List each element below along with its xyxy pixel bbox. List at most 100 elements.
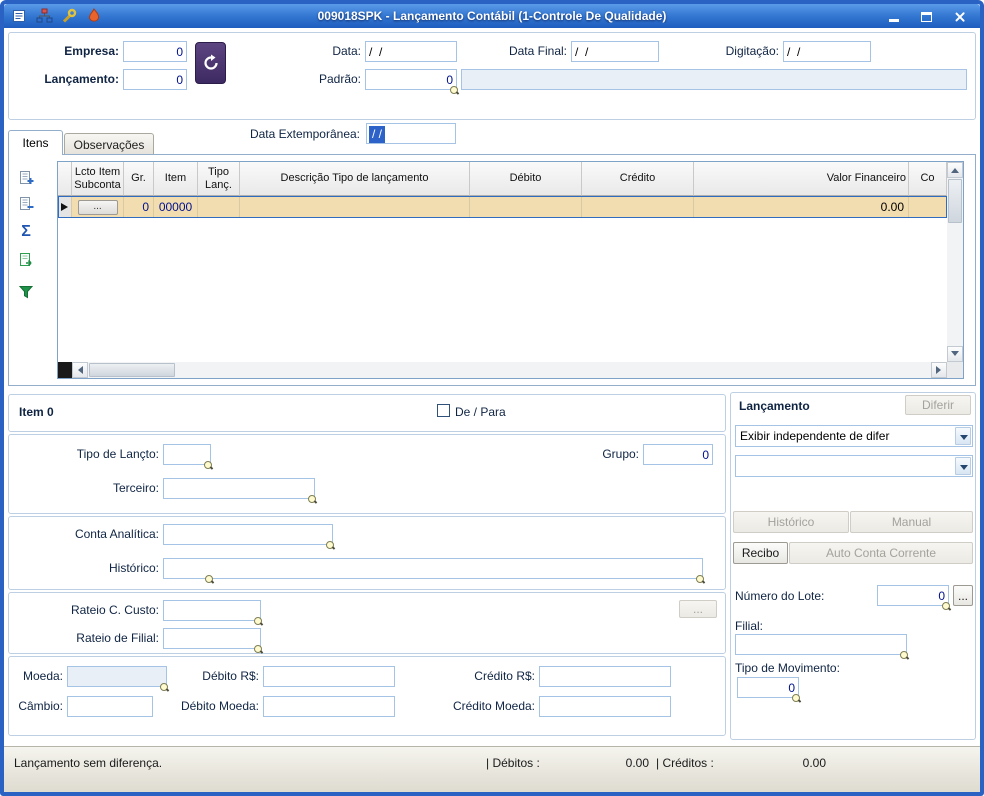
cell-item[interactable]: 00000 (154, 196, 198, 218)
padrao-input[interactable] (365, 69, 457, 90)
moeda-lookup-icon[interactable] (160, 683, 170, 693)
credito-moeda-label: Crédito Moeda: (452, 699, 535, 713)
sum-icon: Σ (21, 223, 31, 240)
cell-co[interactable] (909, 196, 947, 218)
col-header-lcto-item-subconta[interactable]: Lcto Item Subconta (72, 162, 124, 196)
col-header-gr[interactable]: Gr. (124, 162, 154, 196)
tab-itens[interactable]: Itens (8, 130, 63, 155)
debito-moeda-input[interactable] (263, 696, 395, 717)
numero-lote-input[interactable] (877, 585, 949, 606)
rateio-filial-lookup-icon[interactable] (254, 645, 264, 655)
tipo-terceiro-box: Tipo de Lançto: Grupo: Terceiro: (8, 434, 726, 514)
debito-rs-input[interactable] (263, 666, 395, 687)
scroll-up-button[interactable] (947, 162, 963, 178)
filter-button[interactable] (15, 281, 37, 303)
vertical-scroll-thumb[interactable] (948, 179, 962, 223)
scroll-left-button[interactable] (72, 362, 88, 378)
add-item-button[interactable] (15, 167, 37, 189)
rateio-custo-input[interactable] (163, 600, 261, 621)
exibir-combo[interactable]: Exibir independente de difer (735, 425, 973, 447)
grid-header-row: Lcto Item Subconta Gr. Item Tipo Lanç. D… (58, 162, 947, 196)
grupo-input[interactable] (643, 444, 713, 465)
lancamento-input[interactable] (123, 69, 187, 90)
chevron-down-icon[interactable] (955, 427, 971, 445)
tree-view-icon[interactable] (35, 7, 53, 25)
titlebar[interactable]: 009018SPK - Lançamento Contábil (1-Contr… (4, 4, 980, 28)
empresa-input[interactable] (123, 41, 187, 62)
col-header-co[interactable]: Co (909, 162, 947, 196)
manual-button[interactable]: Manual (850, 511, 973, 533)
filial-lookup-icon[interactable] (900, 651, 910, 661)
conta-analitica-input[interactable] (163, 524, 333, 545)
chevron-down-icon[interactable] (955, 457, 971, 475)
horizontal-scroll-thumb[interactable] (89, 363, 175, 377)
de-para-checkbox[interactable] (437, 404, 450, 417)
empresa-label: Empresa: (64, 44, 119, 58)
credito-rs-input[interactable] (539, 666, 671, 687)
moeda-input (67, 666, 167, 687)
numero-lote-lookup-icon[interactable] (942, 602, 952, 612)
selected-date-text: / / (369, 126, 386, 143)
digitacao-input[interactable] (783, 41, 871, 62)
refresh-button[interactable] (195, 42, 226, 84)
cell-debito[interactable] (470, 196, 582, 218)
cell-gr[interactable]: 0 (124, 196, 154, 218)
col-header-credito[interactable]: Crédito (582, 162, 694, 196)
creditos-label: | Créditos : (656, 756, 714, 770)
data-input[interactable] (365, 41, 457, 62)
sum-button[interactable]: Σ (15, 221, 37, 243)
padrao-lookup-icon[interactable] (450, 86, 460, 96)
auto-conta-corrente-button[interactable]: Auto Conta Corrente (789, 542, 973, 564)
conta-analitica-lookup-icon[interactable] (326, 541, 336, 551)
cambio-input[interactable] (67, 696, 153, 717)
rateio-filial-input[interactable] (163, 628, 261, 649)
grid-selected-row[interactable]: ... 0 00000 0.00 (58, 196, 947, 218)
secondary-combo[interactable] (735, 455, 973, 477)
tab-observacoes[interactable]: Observações (64, 133, 154, 155)
diferir-button[interactable]: Diferir (905, 395, 971, 415)
filial-input[interactable] (735, 634, 907, 655)
scroll-right-button[interactable] (931, 362, 947, 378)
cell-credito[interactable] (582, 196, 694, 218)
status-message: Lançamento sem diferença. (14, 756, 163, 770)
recibo-button[interactable]: Recibo (733, 542, 788, 564)
historico-code-lookup-icon[interactable] (205, 575, 215, 585)
flame-icon[interactable] (85, 7, 103, 25)
scroll-down-button[interactable] (947, 346, 963, 362)
items-grid: Lcto Item Subconta Gr. Item Tipo Lanç. D… (57, 161, 964, 379)
form-icon[interactable] (10, 7, 28, 25)
close-button[interactable] (947, 8, 972, 25)
data-extemporanea-input[interactable]: / / (366, 123, 456, 144)
historico-button[interactable]: Histórico (733, 511, 849, 533)
rateio-custo-lookup-icon[interactable] (254, 617, 264, 627)
horizontal-scrollbar[interactable] (58, 362, 947, 378)
tipo-lancto-lookup-icon[interactable] (204, 461, 214, 471)
minimize-button[interactable] (881, 8, 906, 25)
numero-lote-label: Número do Lote: (735, 589, 825, 603)
cell-descricao[interactable] (240, 196, 470, 218)
delete-item-button[interactable] (15, 193, 37, 215)
cell-subconta[interactable]: ... (72, 196, 124, 218)
historico-lookup-icon[interactable] (696, 575, 706, 585)
tipo-movimento-input[interactable] (737, 677, 799, 698)
col-header-item[interactable]: Item (154, 162, 198, 196)
col-header-descricao[interactable]: Descrição Tipo de lançamento (240, 162, 470, 196)
subconta-ellipsis-button[interactable]: ... (77, 199, 118, 215)
vertical-scrollbar[interactable] (947, 162, 963, 362)
data-final-input[interactable] (571, 41, 659, 62)
col-header-tipo-lanc[interactable]: Tipo Lanç. (198, 162, 240, 196)
credito-moeda-input[interactable] (539, 696, 671, 717)
tipo-movimento-lookup-icon[interactable] (792, 694, 802, 704)
historico-input[interactable] (163, 558, 703, 579)
col-header-valor-financeiro[interactable]: Valor Financeiro (694, 162, 909, 196)
cell-tipo-lanc[interactable] (198, 196, 240, 218)
col-header-debito[interactable]: Débito (470, 162, 582, 196)
terceiro-input[interactable] (163, 478, 315, 499)
numero-lote-ellipsis-button[interactable]: ... (953, 585, 973, 606)
cell-valor-financeiro[interactable]: 0.00 (694, 196, 909, 218)
wrench-icon[interactable] (60, 7, 78, 25)
terceiro-lookup-icon[interactable] (308, 495, 318, 505)
maximize-button[interactable] (914, 8, 939, 25)
copy-items-button[interactable] (15, 249, 37, 271)
rateio-custo-ellipsis-button[interactable]: ... (679, 600, 717, 618)
